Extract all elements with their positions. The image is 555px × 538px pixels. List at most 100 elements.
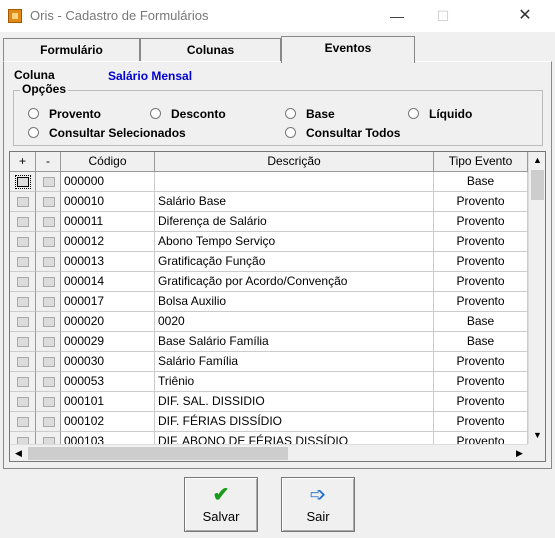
row-remove-button[interactable] xyxy=(36,312,61,332)
cell-descricao[interactable]: Triênio xyxy=(155,372,434,392)
row-add-button[interactable] xyxy=(10,412,36,432)
row-add-button[interactable] xyxy=(10,272,36,292)
tab-formulario[interactable]: Formulário xyxy=(3,38,140,62)
cell-descricao[interactable]: Diferença de Salário xyxy=(155,212,434,232)
cell-descricao[interactable]: Salário Família xyxy=(155,352,434,372)
row-remove-button[interactable] xyxy=(36,292,61,312)
row-add-button[interactable] xyxy=(10,372,36,392)
cell-descricao[interactable]: Gratificação por Acordo/Convenção xyxy=(155,272,434,292)
row-add-button[interactable] xyxy=(10,252,36,272)
cell-codigo[interactable]: 000010 xyxy=(61,192,155,212)
row-add-button[interactable] xyxy=(10,352,36,372)
salvar-button[interactable]: ✔ Salvar xyxy=(184,477,258,532)
eventos-grid[interactable]: + - Código Descrição Tipo Evento 000000 B… xyxy=(9,151,546,462)
header-descricao[interactable]: Descrição xyxy=(155,152,434,172)
cell-tipo-evento[interactable]: Provento xyxy=(434,212,528,232)
row-add-button[interactable] xyxy=(10,392,36,412)
row-remove-button[interactable] xyxy=(36,412,61,432)
row-remove-button[interactable] xyxy=(36,232,61,252)
table-row[interactable]: 000000 Base xyxy=(10,172,528,192)
vertical-scroll-thumb[interactable] xyxy=(531,170,544,200)
cell-tipo-evento[interactable]: Provento xyxy=(434,252,528,272)
cell-descricao[interactable]: Bolsa Auxilio xyxy=(155,292,434,312)
cell-codigo[interactable]: 000017 xyxy=(61,292,155,312)
table-row[interactable]: 000102 DIF. FÉRIAS DISSÍDIO Provento xyxy=(10,412,528,432)
cell-codigo[interactable]: 000029 xyxy=(61,332,155,352)
radio-consultar-selecionados[interactable]: Consultar Selecionados xyxy=(28,126,186,142)
row-remove-button[interactable] xyxy=(36,352,61,372)
cell-descricao[interactable]: 0020 xyxy=(155,312,434,332)
table-row[interactable]: 000101 DIF. SAL. DISSIDIO Provento xyxy=(10,392,528,412)
row-remove-button[interactable] xyxy=(36,272,61,292)
radio-desconto[interactable]: Desconto xyxy=(150,107,226,123)
row-add-button[interactable] xyxy=(10,232,36,252)
cell-tipo-evento[interactable]: Provento xyxy=(434,352,528,372)
table-row[interactable]: 000013 Gratificação Função Provento xyxy=(10,252,528,272)
radio-base[interactable]: Base xyxy=(285,107,335,123)
table-row[interactable]: 000011 Diferença de Salário Provento xyxy=(10,212,528,232)
cell-descricao[interactable]: Base Salário Família xyxy=(155,332,434,352)
row-remove-button[interactable] xyxy=(36,372,61,392)
row-remove-button[interactable] xyxy=(36,252,61,272)
cell-descricao[interactable]: DIF. FÉRIAS DISSÍDIO xyxy=(155,412,434,432)
cell-descricao[interactable]: DIF. SAL. DISSIDIO xyxy=(155,392,434,412)
row-remove-button[interactable] xyxy=(36,172,61,192)
table-row[interactable]: 000029 Base Salário Família Base xyxy=(10,332,528,352)
cell-tipo-evento[interactable]: Provento xyxy=(434,272,528,292)
table-row[interactable]: 000053 Triênio Provento xyxy=(10,372,528,392)
radio-consultar-todos[interactable]: Consultar Todos xyxy=(285,126,400,142)
row-add-button[interactable] xyxy=(10,212,36,232)
close-button[interactable]: ✕ xyxy=(502,0,548,32)
cell-descricao[interactable]: Salário Base xyxy=(155,192,434,212)
table-row[interactable]: 000030 Salário Família Provento xyxy=(10,352,528,372)
cell-tipo-evento[interactable]: Provento xyxy=(434,292,528,312)
row-remove-button[interactable] xyxy=(36,332,61,352)
sair-button[interactable]: ➩ Sair xyxy=(281,477,355,532)
cell-codigo[interactable]: 000102 xyxy=(61,412,155,432)
cell-tipo-evento[interactable]: Provento xyxy=(434,192,528,212)
row-add-button[interactable] xyxy=(10,312,36,332)
vertical-scrollbar[interactable]: ▲ ▼ xyxy=(528,152,545,444)
cell-descricao[interactable] xyxy=(155,172,434,192)
cell-codigo[interactable]: 000011 xyxy=(61,212,155,232)
minimize-button[interactable]: — xyxy=(374,0,420,32)
cell-tipo-evento[interactable]: Base xyxy=(434,172,528,192)
radio-provento[interactable]: Provento xyxy=(28,107,101,123)
row-remove-button[interactable] xyxy=(36,212,61,232)
row-add-button[interactable] xyxy=(10,172,36,192)
row-remove-button[interactable] xyxy=(36,392,61,412)
cell-tipo-evento[interactable]: Provento xyxy=(434,412,528,432)
header-plus[interactable]: + xyxy=(10,152,36,172)
tab-colunas[interactable]: Colunas xyxy=(140,38,281,62)
scroll-left-icon[interactable]: ◀ xyxy=(10,445,27,461)
cell-tipo-evento[interactable]: Provento xyxy=(434,392,528,412)
cell-codigo[interactable]: 000014 xyxy=(61,272,155,292)
header-tipo-evento[interactable]: Tipo Evento xyxy=(434,152,528,172)
row-add-button[interactable] xyxy=(10,332,36,352)
cell-tipo-evento[interactable]: Base xyxy=(434,332,528,352)
row-add-button[interactable] xyxy=(10,192,36,212)
scroll-down-icon[interactable]: ▼ xyxy=(529,427,545,444)
scroll-right-icon[interactable]: ▶ xyxy=(511,445,528,461)
cell-descricao[interactable]: Gratificação Função xyxy=(155,252,434,272)
cell-codigo[interactable]: 000020 xyxy=(61,312,155,332)
cell-tipo-evento[interactable]: Provento xyxy=(434,372,528,392)
table-row[interactable]: 000014 Gratificação por Acordo/Convenção P… xyxy=(10,272,528,292)
horizontal-scrollbar[interactable]: ◀ ▶ xyxy=(10,444,528,461)
horizontal-scroll-thumb[interactable] xyxy=(28,447,288,460)
maximize-button[interactable]: ☐ xyxy=(420,0,466,32)
cell-descricao[interactable]: Abono Tempo Serviço xyxy=(155,232,434,252)
cell-codigo[interactable]: 000030 xyxy=(61,352,155,372)
table-row[interactable]: 000020 0020 Base xyxy=(10,312,528,332)
row-add-button[interactable] xyxy=(10,292,36,312)
cell-codigo[interactable]: 000012 xyxy=(61,232,155,252)
header-minus[interactable]: - xyxy=(36,152,61,172)
cell-codigo[interactable]: 000053 xyxy=(61,372,155,392)
scroll-up-icon[interactable]: ▲ xyxy=(529,152,545,169)
tab-eventos[interactable]: Eventos xyxy=(281,36,415,63)
table-row[interactable]: 000012 Abono Tempo Serviço Provento xyxy=(10,232,528,252)
header-codigo[interactable]: Código xyxy=(61,152,155,172)
table-row[interactable]: 000017 Bolsa Auxilio Provento xyxy=(10,292,528,312)
cell-tipo-evento[interactable]: Base xyxy=(434,312,528,332)
cell-codigo[interactable]: 000101 xyxy=(61,392,155,412)
